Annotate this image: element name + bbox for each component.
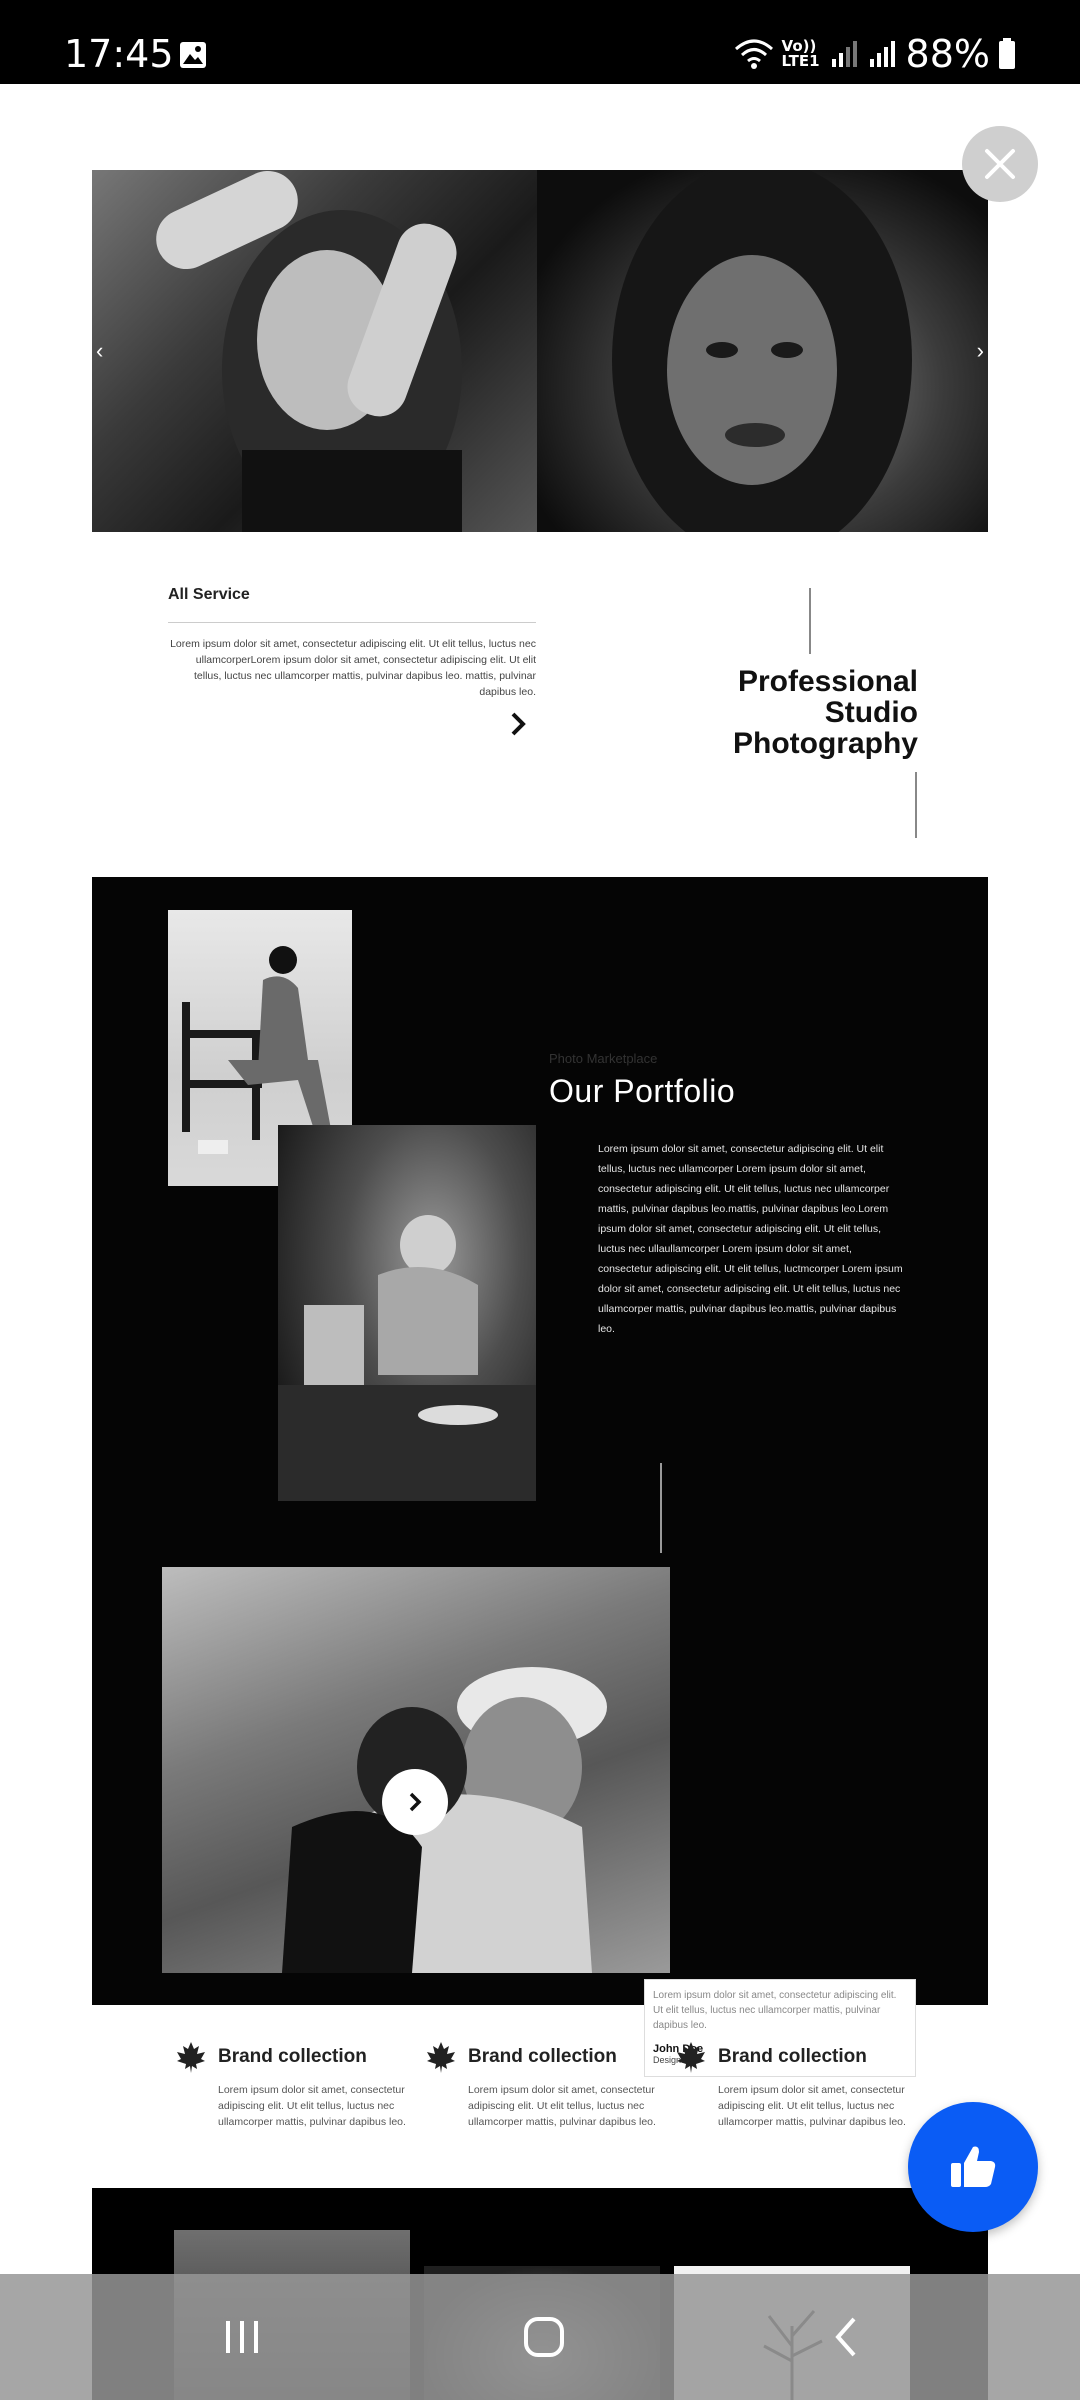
- hero-prev-arrow[interactable]: ‹: [96, 338, 103, 364]
- maple-leaf-icon: [177, 2042, 205, 2073]
- nav-home-button[interactable]: [504, 2304, 584, 2370]
- battery-percent: 88%: [905, 32, 990, 76]
- portfolio-kicker: Photo Marketplace: [549, 1051, 658, 1066]
- home-icon: [524, 2317, 564, 2357]
- signal-icon-1: [831, 41, 857, 67]
- hero-photo-right-art: [612, 170, 912, 532]
- brand-text: Lorem ipsum dolor sit amet, consectetur …: [718, 2084, 906, 2128]
- chevron-right-icon[interactable]: [504, 710, 532, 738]
- gallery-notification-icon: [180, 42, 206, 68]
- battery-icon: [999, 38, 1015, 69]
- wifi-icon: [734, 39, 773, 69]
- hero-next-arrow[interactable]: ›: [977, 338, 984, 364]
- pro-studio-heading: Professional Studio Photography: [652, 666, 918, 759]
- like-button[interactable]: [908, 2102, 1038, 2232]
- brand-item: Brand collection Lorem ipsum dolor sit a…: [174, 2040, 406, 2130]
- portfolio-photo-kitchen-art: [278, 1215, 536, 1501]
- nav-back-button[interactable]: [806, 2304, 886, 2370]
- pro-heading-line2: Studio: [824, 696, 918, 729]
- thumbs-up-icon: [951, 2146, 996, 2187]
- nav-recent-button[interactable]: [202, 2304, 282, 2370]
- hero-photo-left-art: [156, 170, 462, 532]
- brand-collection-row: Brand collection Lorem ipsum dolor sit a…: [92, 2040, 988, 2200]
- status-time: 17:45: [64, 32, 174, 76]
- brand-item: Brand collection Lorem ipsum dolor sit a…: [674, 2040, 906, 2130]
- portfolio-title: Our Portfolio: [549, 1073, 736, 1109]
- portfolio-divider: [660, 1463, 662, 1553]
- portfolio-next-button[interactable]: [382, 1769, 448, 1835]
- brand-item: Brand collection Lorem ipsum dolor sit a…: [424, 2040, 656, 2130]
- brand-text: Lorem ipsum dolor sit amet, consectetur …: [468, 2084, 656, 2128]
- close-icon: [985, 149, 1015, 179]
- hero-photo-right: ›: [537, 170, 988, 532]
- service-divider: [168, 622, 536, 623]
- decor-line-top: [809, 588, 811, 654]
- status-right: Vo)) LTE1 88%: [734, 32, 1016, 76]
- status-bar: 17:45 Vo)) LTE1 88%: [0, 0, 1080, 84]
- brand-text: Lorem ipsum dolor sit amet, consectetur …: [218, 2084, 406, 2128]
- pro-heading-line3: Photography: [733, 727, 918, 760]
- back-icon: [835, 2317, 856, 2357]
- pro-heading-line1: Professional: [737, 665, 918, 698]
- maple-leaf-icon: [677, 2042, 705, 2073]
- portfolio-section: Photo Marketplace Our Portfolio Lorem ip…: [92, 877, 988, 2077]
- service-text: Lorem ipsum dolor sit amet, consectetur …: [170, 638, 536, 698]
- brand-title: Brand collection: [218, 2046, 367, 2067]
- portfolio-text: Lorem ipsum dolor sit amet, consectetur …: [598, 1143, 903, 1335]
- brand-title: Brand collection: [468, 2046, 617, 2067]
- maple-leaf-icon: [427, 2042, 455, 2073]
- recent-apps-icon: [226, 2321, 258, 2353]
- system-nav-bar: [0, 2274, 1080, 2400]
- website-preview[interactable]: ‹ › All Service Lorem ipsum dolor sit am…: [92, 170, 988, 2400]
- hero-photo-left: ‹: [92, 170, 537, 532]
- brand-title: Brand collection: [718, 2046, 867, 2067]
- decor-line-bottom: [915, 772, 917, 838]
- close-preview-button[interactable]: [962, 126, 1038, 202]
- testimonial-text: Lorem ipsum dolor sit amet, consectetur …: [653, 1990, 897, 2031]
- portfolio-photo-kitchen: [278, 1125, 536, 1501]
- service-title: All Service: [168, 586, 250, 603]
- network-type-label: Vo)) LTE1: [781, 37, 820, 70]
- chevron-right-icon: [409, 1792, 422, 1812]
- hero-slider[interactable]: ‹ ›: [92, 170, 988, 532]
- signal-icon-2: [869, 41, 895, 67]
